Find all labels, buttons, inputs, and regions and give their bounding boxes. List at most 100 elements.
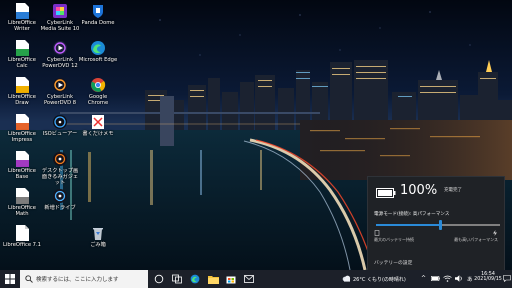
taskbar-mail[interactable]	[240, 270, 258, 288]
desktop-icon-google-chrome[interactable]: Google Chrome	[78, 77, 118, 106]
store-icon	[226, 276, 236, 284]
volume-tray-button[interactable]	[454, 270, 464, 288]
powerdvd8-icon	[53, 78, 67, 92]
desktop-icon-drive[interactable]: 新増ドライブ	[40, 188, 80, 211]
libreoffice-icon	[16, 225, 29, 241]
desktop-icon-cyberlink-media-suite[interactable]: CyberLink Media Suite 10	[40, 3, 80, 32]
desktop-icon-label: Panda Dome	[81, 20, 115, 26]
battery-icon	[376, 188, 396, 198]
desktop-icon-recycle-bin[interactable]: ごみ箱	[78, 225, 118, 248]
start-button[interactable]	[0, 270, 20, 288]
calc-icon	[16, 40, 29, 56]
task-view-icon	[154, 274, 164, 284]
battery-flyout: 100% 充電完了 電源モード(接続): 高パフォーマンス 最大のバッテリー持続…	[367, 176, 505, 272]
desktop-icon-label: 新増ドライブ	[44, 205, 76, 211]
powerdvd-icon	[53, 41, 67, 55]
desktop-icon-libreoffice-writer[interactable]: LibreOffice Writer	[2, 3, 42, 32]
desktop-icon-powerdvd-12[interactable]: CyberLink PowerDVD 12	[40, 40, 80, 69]
chevron-up-icon: ^	[421, 275, 427, 282]
folder-icon	[208, 276, 219, 284]
taskbar-edge[interactable]	[186, 270, 204, 288]
edge-icon	[190, 274, 200, 284]
desktop-icon-label: LibreOffice Calc	[8, 57, 36, 70]
taskbar-file-explorer[interactable]	[204, 270, 222, 288]
notification-center-button[interactable]	[502, 270, 512, 288]
drive-icon	[53, 189, 67, 203]
desktop-icon-label: デスクトップ画面きるみガジェット	[41, 168, 79, 187]
desktop-icon-libreoffice-impress[interactable]: LibreOffice Impress	[2, 114, 42, 143]
desktop-icon-label: CyberLink PowerDVD 12	[42, 57, 78, 70]
panda-dome-icon	[93, 5, 103, 18]
gadget-icon	[53, 152, 67, 166]
desktop-icon-label: LibreOffice 7.1	[3, 242, 41, 248]
taskbar-store[interactable]	[222, 270, 240, 288]
search-placeholder: 検索するには、ここに入力します	[36, 277, 119, 283]
ime-mode: あ	[467, 277, 473, 283]
tray-overflow-button[interactable]: ^	[420, 270, 428, 288]
battery-settings-link[interactable]: バッテリーの設定	[374, 259, 412, 266]
mail-icon	[244, 275, 254, 283]
desktop-icon-label: 書くだけメモ	[82, 131, 114, 137]
desktop-icon-panda-dome[interactable]: Panda Dome	[78, 3, 118, 26]
impress-icon	[16, 114, 29, 130]
wifi-icon	[443, 275, 452, 282]
desktop-icon-libreoffice-draw[interactable]: LibreOffice Draw	[2, 77, 42, 106]
task-view-button[interactable]	[150, 270, 168, 288]
math-icon	[16, 188, 29, 204]
taskbar-search-box[interactable]: 検索するには、ここに入力します	[20, 270, 148, 288]
task-view-grid-button[interactable]	[168, 270, 186, 288]
desktop-icon-libreoffice-calc[interactable]: LibreOffice Calc	[2, 40, 42, 69]
chrome-icon	[91, 78, 106, 92]
desktop-icon-libreoffice-math[interactable]: LibreOffice Math	[2, 188, 42, 217]
desktop-icon-label: ごみ箱	[90, 242, 106, 248]
writer-icon	[16, 3, 29, 19]
search-icon	[25, 275, 33, 283]
desktop-icon-microsoft-edge[interactable]: Microsoft Edge	[78, 40, 118, 63]
battery-icon	[431, 276, 440, 281]
speaker-icon	[455, 275, 462, 282]
base-icon	[16, 151, 29, 167]
clock[interactable]: 16:54 2021/09/15	[474, 270, 502, 288]
windows-logo-icon	[5, 274, 15, 284]
battery-saver-icon	[374, 230, 380, 236]
battery-status: 充電完了	[444, 188, 462, 193]
memo-icon	[92, 115, 104, 129]
edge-icon	[91, 41, 105, 55]
taskbar: 検索するには、ここに入力します 26°C くもり(の時晴れ) ^ あ 16:54…	[0, 270, 512, 288]
slider-left-label: 最大のバッテリー持続	[374, 237, 414, 242]
battery-percent: 100%	[400, 183, 438, 198]
desktop-icon-gadget[interactable]: デスクトップ画面きるみガジェット	[40, 151, 80, 187]
ime-indicator[interactable]: あ	[466, 270, 474, 288]
draw-icon	[16, 77, 29, 93]
desktop-icon-libreoffice-base[interactable]: LibreOffice Base	[2, 151, 42, 180]
desktop-icon-label: ISOビューアー	[42, 131, 78, 137]
recycle-bin-icon	[93, 228, 103, 240]
power-mode-label: 電源モード(接続): 高パフォーマンス	[374, 212, 450, 217]
desktop-icon-label: LibreOffice Math	[8, 205, 36, 218]
desktop-icon-label: LibreOffice Draw	[8, 94, 36, 107]
desktop-icon-label: Google Chrome	[87, 94, 109, 107]
desktop-icon-label: CyberLink PowerDVD 8	[43, 94, 77, 107]
slider-right-label: 最も高いパフォーマンス	[454, 237, 498, 242]
power-mode-slider-thumb[interactable]	[438, 220, 442, 230]
notification-icon	[503, 275, 511, 282]
iso-viewer-icon	[53, 115, 67, 129]
desktop-icon-label: LibreOffice Impress	[8, 131, 36, 144]
battery-tray-button[interactable]	[430, 270, 440, 288]
cloud-icon	[342, 275, 351, 282]
desktop-icon-libreoffice[interactable]: LibreOffice 7.1	[2, 225, 42, 248]
power-mode-slider[interactable]	[376, 220, 500, 230]
desktop-icon-iso-viewer[interactable]: ISOビューアー	[40, 114, 80, 137]
network-tray-button[interactable]	[442, 270, 452, 288]
desktop-icon-label: Microsoft Edge	[78, 57, 118, 63]
desktop-icon-powerdvd-8[interactable]: CyberLink PowerDVD 8	[40, 77, 80, 106]
performance-icon	[493, 230, 497, 236]
desktop-icon-memo[interactable]: 書くだけメモ	[78, 114, 118, 137]
timeline-icon	[172, 274, 182, 284]
weather-text: 26°C くもり(の時晴れ)	[353, 277, 406, 283]
cyberlink-media-suite-icon	[53, 4, 67, 18]
desktop-icon-label: CyberLink Media Suite 10	[40, 20, 80, 33]
desktop-icon-label: LibreOffice Base	[8, 168, 36, 181]
power-mode-slider-fill	[376, 224, 441, 226]
desktop-icon-label: LibreOffice Writer	[8, 20, 36, 33]
